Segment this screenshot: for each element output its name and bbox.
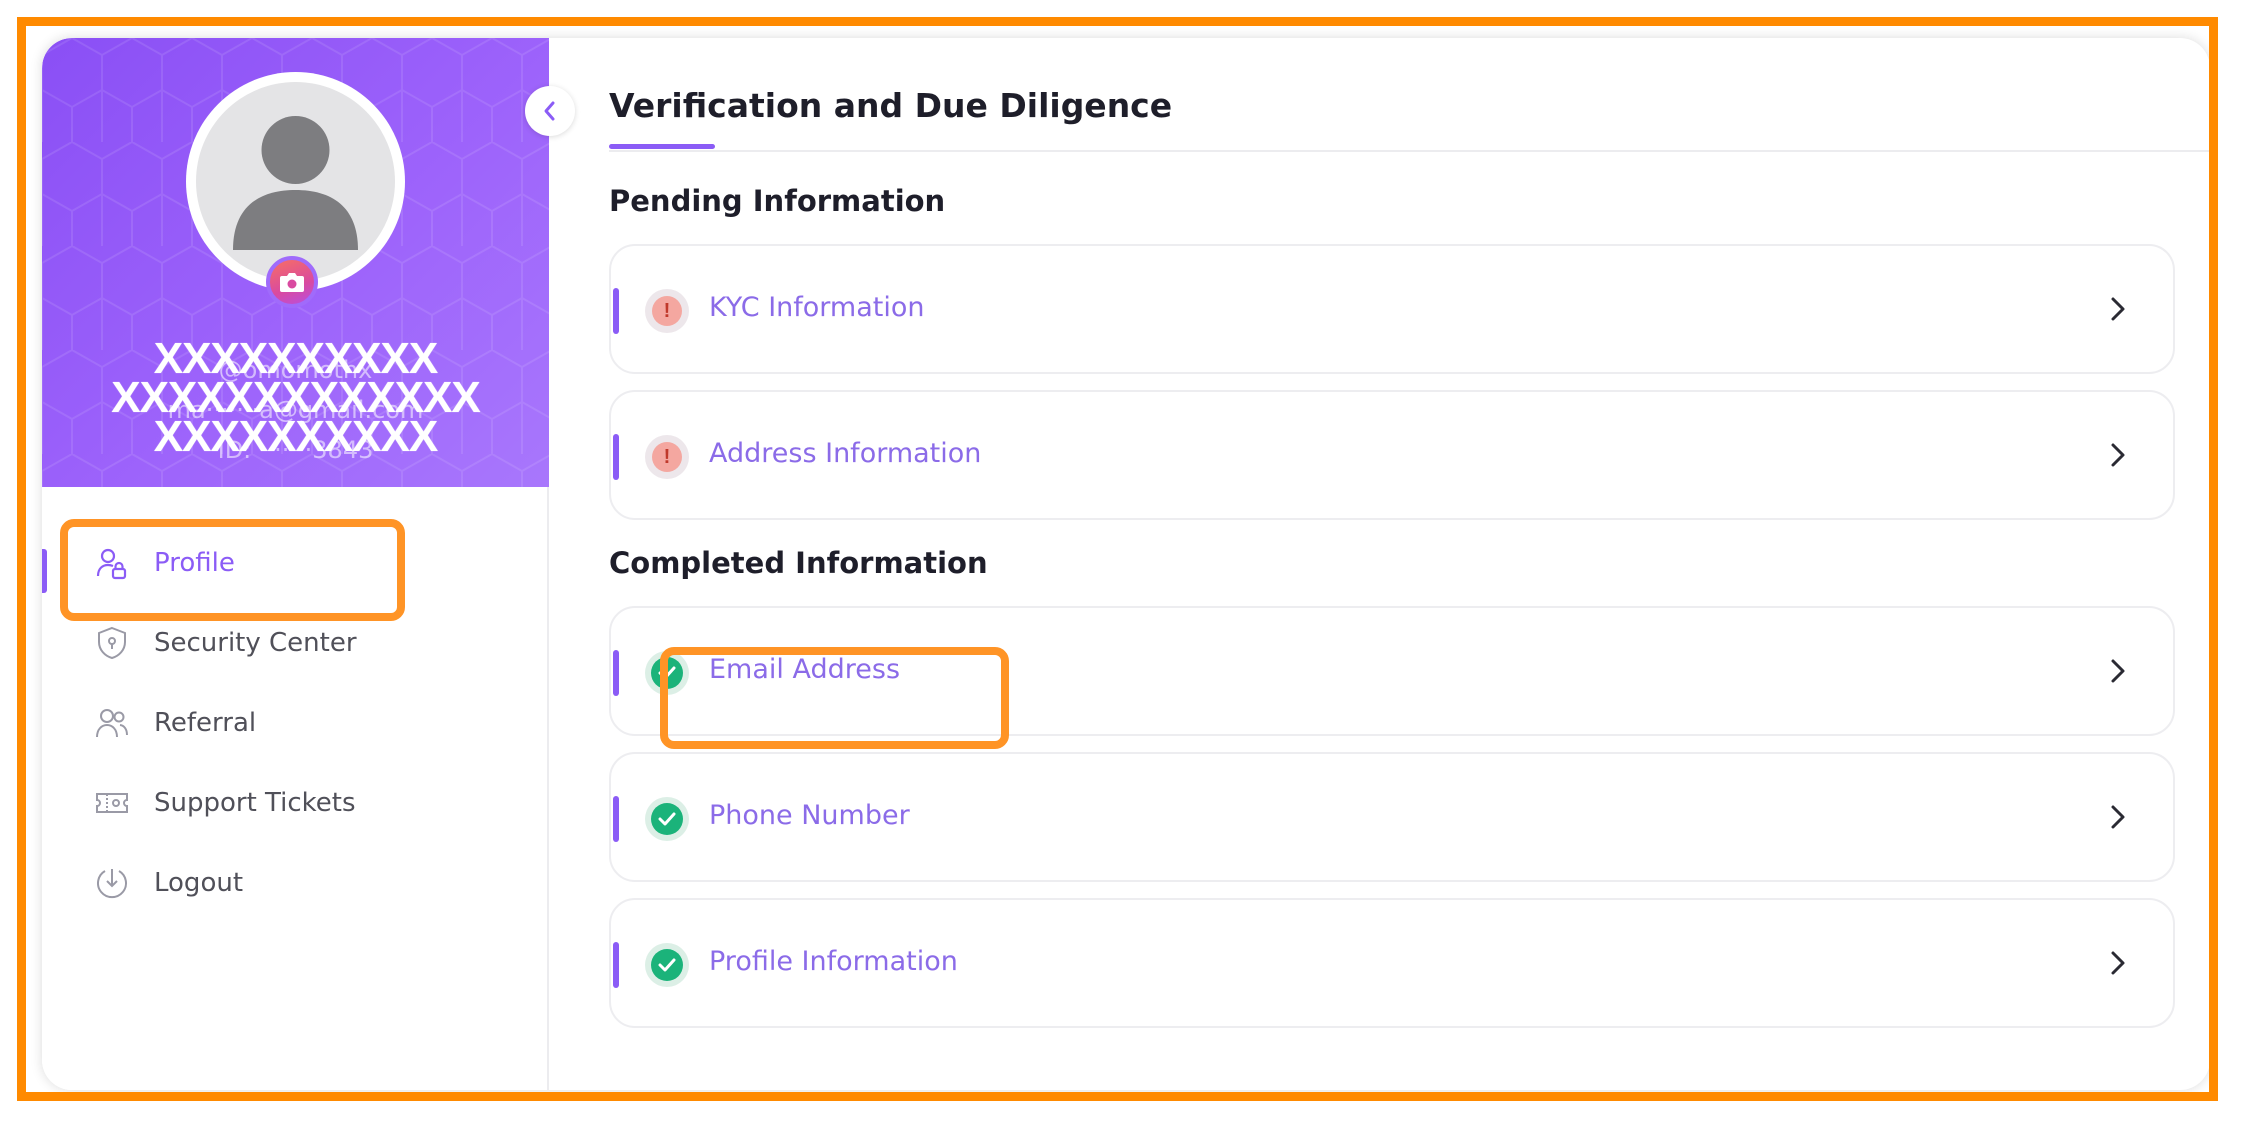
collapse-sidebar-button[interactable]: [525, 86, 575, 136]
sidebar-item-label: Referral: [154, 708, 257, 738]
users-icon: [94, 705, 130, 741]
sidebar-item-logout[interactable]: Logout: [42, 843, 549, 923]
list-item-address-information[interactable]: ! Address Information: [609, 390, 2175, 520]
sidebar-item-referral[interactable]: Referral: [42, 683, 549, 763]
title-divider: [609, 150, 2209, 152]
list-item-phone-number[interactable]: Phone Number: [609, 752, 2175, 882]
check-circle-icon: [645, 943, 689, 987]
logout-icon: [94, 865, 130, 901]
chevron-right-icon: [2101, 292, 2135, 326]
sidebar-item-support-tickets[interactable]: Support Tickets: [42, 763, 549, 843]
item-accent-bar: [613, 288, 619, 334]
sidebar-item-label: Profile: [154, 548, 235, 578]
sidebar: @omomothx ma·······a@gmail.com ID: ·····…: [42, 38, 549, 1090]
list-item-profile-information[interactable]: Profile Information: [609, 898, 2175, 1028]
item-accent-bar: [613, 942, 619, 988]
chevron-left-icon: [544, 101, 555, 121]
user-lock-icon: [94, 545, 130, 581]
settings-card: @omomothx ma·······a@gmail.com ID: ·····…: [42, 38, 2209, 1090]
item-label: Email Address: [709, 654, 901, 685]
sidebar-nav: Profile Security Center Referral Support…: [42, 523, 549, 923]
chevron-right-icon: [2101, 946, 2135, 980]
item-label: Phone Number: [709, 800, 910, 831]
sidebar-item-label: Security Center: [154, 628, 357, 658]
main-content: Verification and Due Diligence Pending I…: [551, 38, 2209, 1090]
list-item-email-address[interactable]: Email Address: [609, 606, 2175, 736]
change-avatar-button[interactable]: [266, 256, 318, 308]
profile-header: @omomothx ma·······a@gmail.com ID: ·····…: [42, 38, 549, 487]
title-underline: [609, 144, 715, 149]
sidebar-item-label: Logout: [154, 868, 244, 898]
check-circle-icon: [645, 797, 689, 841]
completed-section-title: Completed Information: [609, 546, 988, 580]
item-label: KYC Information: [709, 292, 925, 323]
pending-status-icon: !: [645, 435, 689, 479]
shield-icon: [94, 625, 130, 661]
user-silhouette-icon: [233, 116, 358, 250]
page-title: Verification and Due Diligence: [609, 86, 1173, 125]
list-item-kyc-information[interactable]: ! KYC Information: [609, 244, 2175, 374]
chevron-right-icon: [2101, 654, 2135, 688]
camera-icon: [280, 273, 304, 292]
item-accent-bar: [613, 796, 619, 842]
sidebar-item-profile[interactable]: Profile: [42, 523, 549, 603]
chevron-right-icon: [2101, 800, 2135, 834]
sidebar-item-label: Support Tickets: [154, 788, 356, 818]
sidebar-item-security-center[interactable]: Security Center: [42, 603, 549, 683]
annotation-frame: @omomothx ma·······a@gmail.com ID: ·····…: [17, 17, 2218, 1101]
item-accent-bar: [613, 650, 619, 696]
masked-id: XXXXXXXXXX: [153, 412, 438, 461]
ticket-icon: [94, 785, 130, 821]
check-circle-icon: [645, 651, 689, 695]
item-label: Profile Information: [709, 946, 958, 977]
pending-status-icon: !: [645, 289, 689, 333]
chevron-right-icon: [2101, 438, 2135, 472]
item-label: Address Information: [709, 438, 982, 469]
item-accent-bar: [613, 434, 619, 480]
pending-section-title: Pending Information: [609, 184, 946, 218]
